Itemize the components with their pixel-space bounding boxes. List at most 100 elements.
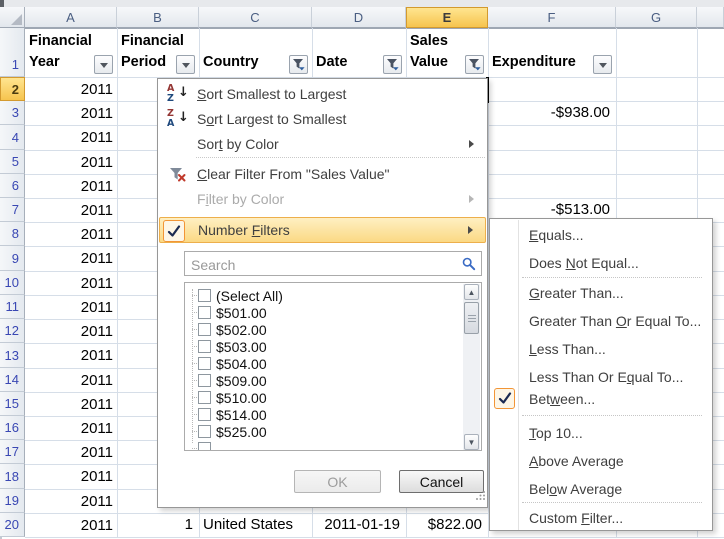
scroll-up-button[interactable]: ▲	[464, 284, 479, 300]
row-header-7[interactable]: 7	[0, 198, 25, 222]
checkbox-unchecked[interactable]	[198, 408, 211, 421]
submenu-item-above-average[interactable]: Above Average	[491, 447, 712, 475]
row-header-18[interactable]: 18	[0, 464, 25, 489]
checkbox-unchecked[interactable]	[198, 306, 211, 319]
cell-f3[interactable]: -$938.00	[491, 103, 610, 122]
row-header-13[interactable]: 13	[0, 343, 25, 368]
cell-a18[interactable]: 2011	[25, 467, 113, 486]
filter-value-item[interactable]: $509.00	[185, 372, 455, 389]
cell-a16[interactable]: 2011	[25, 419, 113, 438]
filter-value-item[interactable]: $510.00	[185, 389, 455, 406]
checkbox-unchecked[interactable]	[198, 374, 211, 387]
checkbox-unchecked[interactable]	[198, 323, 211, 336]
cell-a2[interactable]: 2011	[25, 80, 113, 99]
row-header-19[interactable]: 19	[0, 489, 25, 513]
row-header-3[interactable]: 3	[0, 101, 25, 125]
submenu-item-custom-filter[interactable]: Custom Filter...	[491, 505, 712, 531]
row-header-11[interactable]: 11	[0, 295, 25, 319]
cell-a15[interactable]: 2011	[25, 395, 113, 414]
cell-e20[interactable]: $822.00	[409, 515, 482, 534]
filter-button-a[interactable]	[94, 55, 113, 74]
menu-item-sort-smallest-to-largest[interactable]: AZ↓Sort Smallest to Largest	[159, 81, 486, 106]
row-header-9[interactable]: 9	[0, 246, 25, 271]
row-header-2[interactable]: 2	[0, 77, 25, 101]
cell-a8[interactable]: 2011	[25, 225, 113, 244]
cell-a17[interactable]: 2011	[25, 443, 113, 462]
cell-a20[interactable]: 2011	[25, 516, 113, 535]
column-header-partial[interactable]	[697, 7, 724, 28]
submenu-item-between[interactable]: Between...	[491, 387, 712, 411]
filter-button-filtered-c[interactable]	[289, 55, 308, 74]
filter-value-item[interactable]: $501.00	[185, 304, 455, 321]
menu-item-sort-by-color[interactable]: Sort by Color	[159, 131, 486, 156]
search-input[interactable]	[189, 254, 453, 275]
filter-value-item[interactable]: $525.00	[185, 423, 455, 440]
menu-item-sort-largest-to-smallest[interactable]: ZA↓Sort Largest to Smallest	[159, 106, 486, 131]
filter-value-item[interactable]: $514.00	[185, 406, 455, 423]
row-header-6[interactable]: 6	[0, 174, 25, 198]
cell-a12[interactable]: 2011	[25, 322, 113, 341]
submenu-item-equals[interactable]: Equals...	[491, 221, 712, 249]
filter-button-f[interactable]	[593, 55, 612, 74]
row-header-16[interactable]: 16	[0, 416, 25, 440]
checkbox-unchecked[interactable]	[198, 289, 211, 302]
cell-b20[interactable]: 1	[120, 515, 193, 534]
column-header-b[interactable]: B	[117, 7, 199, 28]
select-all-corner[interactable]	[0, 7, 25, 28]
filter-value-item[interactable]: $504.00	[185, 355, 455, 372]
submenu-item-greater-than[interactable]: Greater Than...	[491, 279, 712, 307]
column-header-a[interactable]: A	[25, 7, 117, 28]
checkbox-unchecked[interactable]	[198, 357, 211, 370]
row-header-12[interactable]: 12	[0, 319, 25, 343]
column-header-e[interactable]: E	[406, 7, 488, 28]
column-header-c[interactable]: C	[199, 7, 312, 28]
filter-value-item[interactable]: $503.00	[185, 338, 455, 355]
cell-a9[interactable]: 2011	[25, 249, 113, 268]
cell-a3[interactable]: 2011	[25, 104, 113, 123]
row-header-20[interactable]: 20	[0, 513, 25, 537]
filter-button-filtered-d[interactable]	[383, 55, 402, 74]
cell-f7[interactable]: -$513.00	[491, 200, 610, 219]
cell-c20[interactable]: United States	[202, 515, 306, 534]
checkbox-unchecked[interactable]	[198, 425, 211, 438]
row-header-5[interactable]: 5	[0, 150, 25, 174]
cell-a11[interactable]: 2011	[25, 298, 113, 317]
menu-item-number-filters[interactable]: Number Filters	[159, 217, 486, 243]
submenu-item-top-10[interactable]: Top 10...	[491, 419, 712, 447]
cell-a19[interactable]: 2011	[25, 492, 113, 511]
submenu-item-greater-than-or-equal-to[interactable]: Greater Than Or Equal To...	[491, 307, 712, 335]
list-scrollbar[interactable]: ▲ ▼	[463, 284, 480, 450]
row-header-1[interactable]: 1	[0, 28, 25, 77]
filter-value-item[interactable]: $502.00	[185, 321, 455, 338]
column-header-f[interactable]: F	[488, 7, 616, 28]
row-header-14[interactable]: 14	[0, 368, 25, 392]
resize-grip[interactable]	[475, 488, 486, 506]
filter-button-filtered-e[interactable]	[465, 55, 484, 74]
row-header-17[interactable]: 17	[0, 440, 25, 464]
menu-item-clear-filter-from-sales-value[interactable]: Clear Filter From "Sales Value"	[159, 161, 486, 186]
cell-a6[interactable]: 2011	[25, 177, 113, 196]
cell-a14[interactable]: 2011	[25, 371, 113, 390]
cell-a10[interactable]: 2011	[25, 274, 113, 293]
checkbox-unchecked[interactable]	[198, 391, 211, 404]
cell-a4[interactable]: 2011	[25, 128, 113, 147]
cell-a5[interactable]: 2011	[25, 153, 113, 172]
row-header-15[interactable]: 15	[0, 392, 25, 416]
submenu-item-below-average[interactable]: Below Average	[491, 475, 712, 503]
scroll-down-button[interactable]: ▼	[464, 434, 479, 450]
checkbox-unchecked[interactable]	[198, 340, 211, 353]
submenu-item-does-not-equal[interactable]: Does Not Equal...	[491, 249, 712, 277]
filter-value-item[interactable]: (Select All)	[185, 287, 455, 304]
magnifier-icon[interactable]	[462, 257, 476, 276]
row-header-10[interactable]: 10	[0, 271, 25, 295]
scrollbar-thumb[interactable]	[464, 302, 479, 334]
submenu-item-less-than[interactable]: Less Than...	[491, 335, 712, 363]
cell-d20[interactable]: 2011-01-19	[315, 515, 400, 534]
column-header-g[interactable]: G	[616, 7, 697, 28]
cancel-button[interactable]: Cancel	[399, 470, 484, 493]
checkbox-unchecked[interactable]	[198, 442, 211, 451]
filter-button-b[interactable]	[176, 55, 195, 74]
column-header-d[interactable]: D	[312, 7, 406, 28]
filter-value-item-partial[interactable]	[185, 440, 455, 451]
row-header-4[interactable]: 4	[0, 125, 25, 150]
